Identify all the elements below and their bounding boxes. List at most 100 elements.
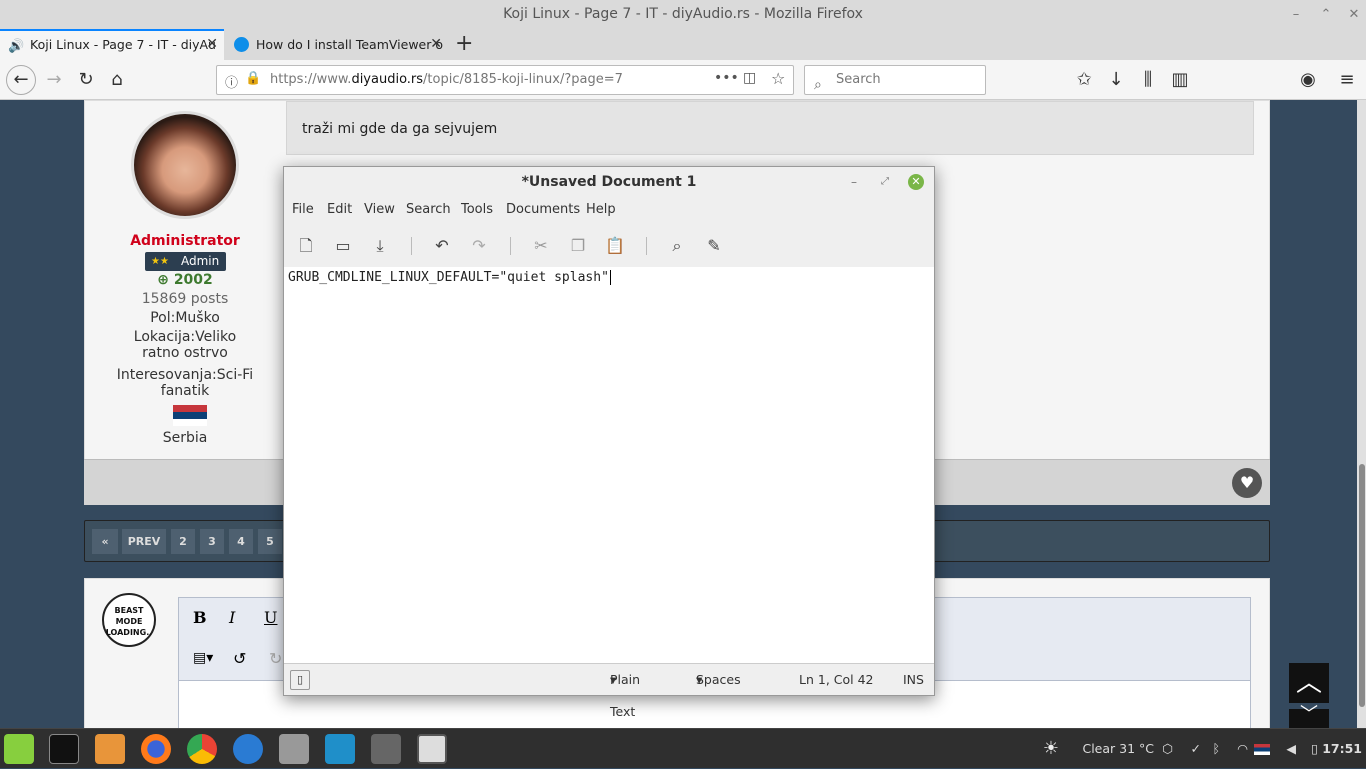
find-icon[interactable]: ⌕ — [665, 234, 689, 258]
copy-icon[interactable]: ❐ — [566, 234, 590, 258]
insecure-lock-icon: 🔒 — [245, 71, 262, 86]
redo-icon[interactable]: ↻ — [269, 649, 282, 668]
new-document-icon[interactable]: 🗋 — [294, 234, 318, 258]
menu-edit[interactable]: Edit — [327, 197, 352, 223]
bookmark-star-icon[interactable]: ☆ — [771, 69, 785, 88]
text-editor-window: *Unsaved Document 1 – ⤢ ✕ File Edit View… — [283, 166, 935, 719]
page-scrollbar[interactable] — [1357, 100, 1366, 728]
text-cursor — [609, 270, 611, 285]
home-icon[interactable]: ⌂ — [103, 66, 131, 94]
scroll-to-top-button[interactable]: ︿ — [1289, 663, 1329, 703]
mint-menu-icon[interactable] — [4, 734, 34, 764]
usb-writer-icon[interactable] — [279, 734, 309, 764]
undo-icon[interactable]: ↺ — [233, 649, 246, 668]
menu-search[interactable]: Search — [406, 197, 451, 223]
pocket-icon[interactable]: ◫ — [743, 70, 756, 86]
forward-icon[interactable]: → — [40, 66, 68, 94]
downloads-icon[interactable]: ↓ — [1102, 66, 1130, 94]
close-icon[interactable]: ✕ — [908, 174, 924, 190]
editor-statusbar: ▯ Plain Text ▾ Spaces ▾ Ln 1, Col 42 INS — [284, 663, 934, 719]
minimize-icon[interactable]: – — [1286, 0, 1306, 29]
badge-stars: ★★ — [151, 256, 169, 267]
menu-help[interactable]: Help — [586, 197, 616, 223]
menu-documents[interactable]: Documents — [506, 197, 580, 223]
bookmarks-manager-icon[interactable]: ✩ — [1070, 66, 1098, 94]
like-heart-icon[interactable]: ♥ — [1232, 468, 1262, 498]
cut-icon[interactable]: ✂ — [529, 234, 553, 258]
url-text: https://www.diyaudio.rs/topic/8185-koji-… — [270, 72, 623, 87]
files-icon[interactable] — [95, 734, 125, 764]
chrome-icon[interactable] — [187, 734, 217, 764]
account-icon[interactable]: ◉ — [1294, 66, 1322, 94]
redo-icon[interactable]: ↷ — [467, 234, 491, 258]
volume-icon[interactable]: ◀ — [1286, 729, 1296, 769]
menu-view[interactable]: View — [364, 197, 395, 223]
mail-icon[interactable] — [233, 734, 263, 764]
keyboard-layout-icon[interactable] — [1254, 744, 1270, 755]
page-button[interactable]: 2 — [171, 529, 195, 554]
bold-button[interactable]: B — [193, 608, 207, 627]
menu-icon[interactable]: ≡ — [1333, 66, 1361, 94]
save-icon[interactable]: ⤓ — [368, 234, 392, 258]
editor-text-area[interactable]: GRUB_CMDLINE_LINUX_DEFAULT="quiet splash… — [284, 267, 934, 663]
italic-button[interactable]: I — [229, 608, 235, 627]
open-icon[interactable]: ▭ — [331, 234, 355, 258]
search-placeholder: Search — [836, 72, 881, 87]
page-button[interactable]: 3 — [200, 529, 224, 554]
undo-icon[interactable]: ↶ — [430, 234, 454, 258]
close-icon[interactable]: ✕ — [1344, 0, 1364, 29]
new-tab-icon[interactable]: + — [455, 31, 473, 56]
maximize-icon[interactable]: ⤢ — [881, 167, 889, 197]
clock[interactable]: 17:51 — [1322, 729, 1362, 769]
maximize-icon[interactable]: ⌃ — [1316, 0, 1336, 29]
back-icon[interactable]: ← — [6, 65, 36, 95]
sidebar-icon[interactable]: ▥ — [1166, 66, 1194, 94]
page-button[interactable]: 5 — [258, 529, 282, 554]
user-country: Serbia — [162, 430, 208, 446]
editor-menubar: File Edit View Search Tools Documents He… — [284, 197, 934, 223]
page-button[interactable]: 4 — [229, 529, 253, 554]
dropbox-icon[interactable]: ⬡ — [1162, 729, 1173, 769]
bluetooth-icon[interactable]: ᛒ — [1212, 729, 1220, 769]
replace-icon[interactable]: ✎ — [702, 234, 726, 258]
reply-avatar[interactable]: BEAST MODE LOADING.. — [102, 593, 156, 647]
scrollbar-thumb[interactable] — [1359, 464, 1365, 707]
search-box[interactable]: ⌕ Search — [804, 65, 986, 95]
close-tab-icon[interactable]: ✕ — [206, 31, 218, 58]
url-bar[interactable]: ⓘ 🔒 https://www.diyaudio.rs/topic/8185-k… — [216, 65, 794, 95]
speaker-icon: 🔊 — [8, 39, 25, 54]
firefox-icon[interactable] — [141, 734, 171, 764]
post-count: 15869 posts — [141, 291, 229, 307]
close-tab-icon[interactable]: ✕ — [430, 29, 442, 60]
indent-selector[interactable]: Spaces ▾ — [696, 664, 741, 696]
tab-teamviewer[interactable]: How do I install TeamViewer o ✕ — [226, 29, 448, 60]
underline-button[interactable]: U — [264, 608, 277, 627]
wifi-icon[interactable]: ◠ — [1237, 729, 1248, 769]
admin-badge: ★★ Admin — [145, 252, 226, 271]
navigation-bar: ← → ↻ ⌂ ⓘ 🔒 https://www.diyaudio.rs/topi… — [0, 60, 1366, 151]
info-icon[interactable]: ⓘ — [225, 72, 238, 91]
avatar[interactable] — [131, 111, 239, 219]
page-actions-icon[interactable]: ••• — [714, 70, 739, 86]
side-panel-icon[interactable]: ▯ — [290, 670, 310, 690]
reload-icon[interactable]: ↻ — [72, 66, 100, 94]
minimize-icon[interactable]: – — [851, 167, 857, 197]
menu-file[interactable]: File — [292, 197, 314, 223]
kodi-icon[interactable] — [325, 734, 355, 764]
cursor-position[interactable]: Ln 1, Col 42 — [799, 664, 874, 696]
scroll-down-button[interactable]: ﹀ — [1289, 706, 1329, 728]
weather-text[interactable]: Clear 31 °C — [1082, 729, 1154, 769]
terminal-icon[interactable] — [49, 734, 79, 764]
first-page-button[interactable]: « — [92, 529, 118, 554]
battery-icon[interactable]: ▯ — [1311, 729, 1318, 769]
library-icon[interactable]: ⫼ — [1134, 66, 1162, 94]
language-selector[interactable]: Plain Text ▾ — [610, 664, 640, 719]
text-editor-icon[interactable] — [417, 734, 447, 764]
calculator-icon[interactable] — [371, 734, 401, 764]
shield-icon[interactable]: ✓ — [1191, 729, 1201, 769]
paste-icon[interactable]: 📋 — [603, 234, 627, 258]
tab-koji-linux[interactable]: 🔊 Koji Linux - Page 7 - IT - diyAu ✕ — [0, 29, 224, 60]
menu-tools[interactable]: Tools — [461, 197, 493, 223]
document-icon[interactable]: ▤▾ — [193, 650, 213, 666]
prev-page-button[interactable]: PREV — [122, 529, 166, 554]
